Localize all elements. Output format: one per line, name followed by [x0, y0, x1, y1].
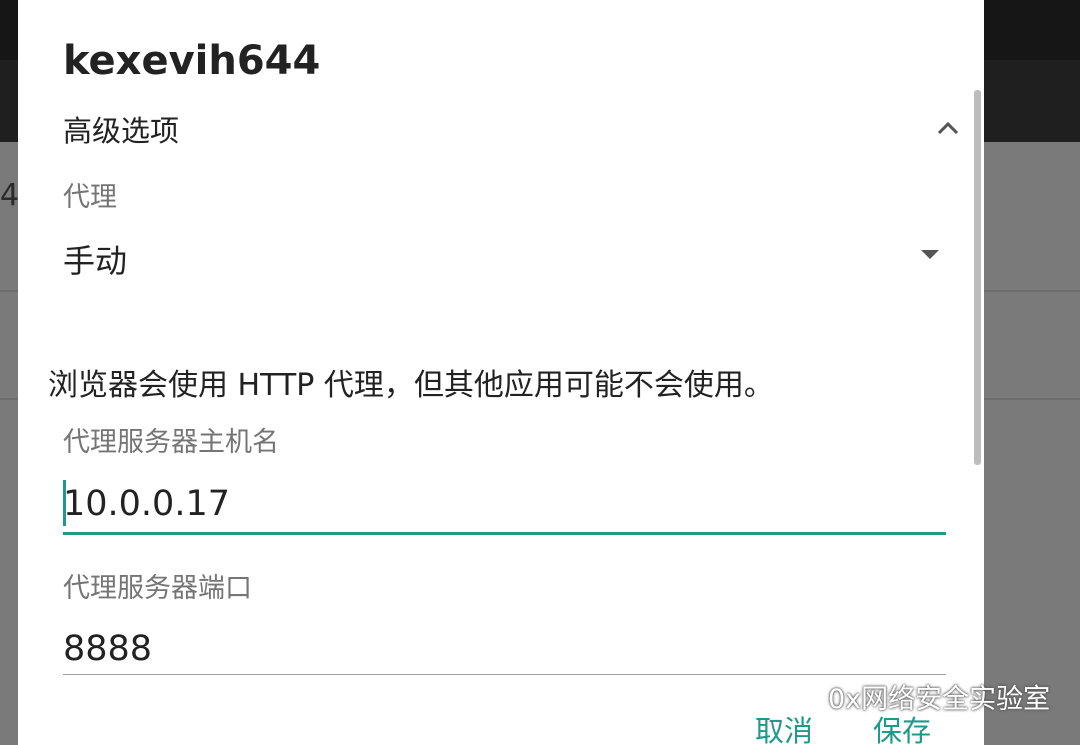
watermark: 0x网络安全实验室 [778, 676, 1050, 716]
text-cursor [63, 480, 66, 526]
wifi-proxy-dialog: kexevih644 高级选项 代理 手动 浏览器会使用 HTTP 代理，但其他… [18, 0, 984, 745]
proxy-select[interactable]: 手动 [63, 232, 939, 282]
proxy-label: 代理 [63, 182, 117, 213]
dropdown-arrow-icon [921, 250, 939, 259]
proxy-hint-text: 浏览器会使用 HTTP 代理，但其他应用可能不会使用。 [48, 368, 774, 403]
chevron-up-icon [937, 121, 959, 135]
scrollbar[interactable] [974, 90, 981, 465]
watermark-text: 0x网络安全实验室 [828, 683, 1051, 715]
wechat-icon [778, 680, 819, 711]
background-text-fragment: 4 [0, 178, 20, 213]
advanced-options-label: 高级选项 [63, 114, 180, 148]
advanced-options-toggle[interactable]: 高级选项 [63, 108, 959, 148]
proxy-hostname-input[interactable] [63, 476, 946, 535]
proxy-port-label: 代理服务器端口 [63, 573, 252, 604]
dialog-title: kexevih644 [63, 38, 321, 84]
proxy-hostname-label: 代理服务器主机名 [63, 427, 279, 458]
proxy-selected-value: 手动 [63, 242, 128, 280]
proxy-port-input[interactable] [63, 624, 946, 675]
